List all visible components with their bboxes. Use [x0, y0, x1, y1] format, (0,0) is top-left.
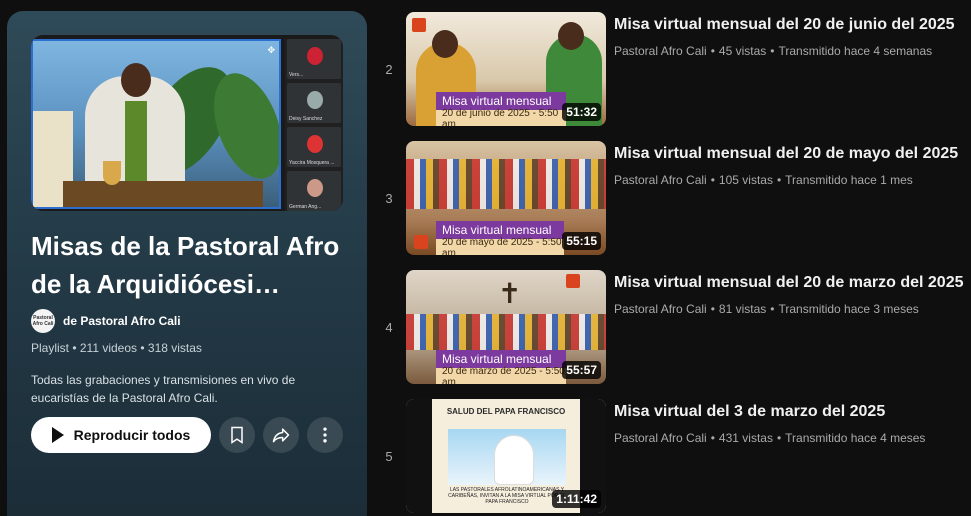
- channel-logo-icon: [414, 235, 428, 249]
- video-age: Transmitido hace 1 mes: [785, 173, 913, 187]
- play-all-button[interactable]: Reproducir todos: [31, 417, 211, 453]
- video-channel[interactable]: Pastoral Afro Cali: [614, 44, 707, 58]
- save-playlist-button[interactable]: [219, 417, 255, 453]
- video-views: 105 vistas: [718, 173, 773, 187]
- video-index: 3: [385, 191, 393, 206]
- video-title[interactable]: Misa virtual mensual del 20 de junio del…: [614, 14, 964, 36]
- owner-channel-link[interactable]: Pastoral Afro Cali: [80, 314, 180, 328]
- video-duration: 55:15: [562, 232, 601, 250]
- channel-logo-icon: [412, 18, 426, 32]
- video-metadata: Pastoral Afro Cali • 81 vistas • Transmitido…: [614, 302, 919, 316]
- playlist-stats: Playlist • 211 videos • 318 vistas: [31, 341, 202, 355]
- video-duration: 1:11:42: [552, 490, 601, 508]
- playlist-title: Misas de la Pastoral Afro de la Arquidió…: [31, 231, 340, 299]
- playlist-header-panel: ✥ Vers... Deisy Sanchez Yaccira Mosquera…: [7, 11, 367, 516]
- channel-avatar[interactable]: Pastoral Afro Cali: [31, 309, 55, 333]
- playlist-video-row[interactable]: 3 Misa virtual mensual 20 de mayo de 202…: [380, 141, 970, 257]
- playlist-video-row[interactable]: 5 SALUD DEL PAPA FRANCISCO LAS PASTORALE…: [380, 399, 970, 515]
- bookmark-icon: [231, 426, 243, 444]
- crucifix-icon: ✝: [498, 278, 522, 309]
- video-views: 81 vistas: [718, 302, 767, 316]
- video-thumbnail[interactable]: Misa virtual mensual 20 de mayo de 2025 …: [406, 141, 606, 255]
- video-age: Transmitido hace 3 meses: [778, 302, 919, 316]
- playlist-video-row[interactable]: 4 ✝ Misa virtual mensual 20 de marzo de …: [380, 270, 970, 386]
- thumbnail-banner-date: 20 de marzo de 2025 - 5:50 am: [436, 366, 566, 384]
- thumbnail-banner-date: 20 de mayo de 2025 - 5:50 am: [436, 237, 564, 255]
- participant-tile: Yaccira Mosquera ...: [287, 127, 341, 167]
- play-all-label: Reproducir todos: [73, 427, 191, 443]
- video-metadata: Pastoral Afro Cali • 431 vistas • Transmitid…: [614, 431, 926, 445]
- video-thumbnail[interactable]: Misa virtual mensual 20 de junio de 2025…: [406, 12, 606, 126]
- video-duration: 55:57: [562, 361, 601, 379]
- video-thumbnail[interactable]: ✝ Misa virtual mensual 20 de marzo de 20…: [406, 270, 606, 384]
- playlist-thumbnail[interactable]: ✥ Vers... Deisy Sanchez Yaccira Mosquera…: [31, 35, 343, 211]
- video-title[interactable]: Misa virtual mensual del 20 de marzo del…: [614, 272, 964, 294]
- playlist-owner[interactable]: Pastoral Afro Cali de Pastoral Afro Cali: [31, 309, 181, 333]
- video-thumbnail[interactable]: SALUD DEL PAPA FRANCISCO LAS PASTORALES …: [406, 399, 606, 513]
- hero-main-video: ✥: [31, 39, 281, 209]
- participant-tile: Deisy Sanchez: [287, 83, 341, 123]
- playlist-actions: Reproducir todos: [31, 417, 343, 453]
- play-icon: [51, 427, 64, 443]
- share-playlist-button[interactable]: [263, 417, 299, 453]
- video-index: 5: [385, 449, 393, 464]
- video-index: 2: [385, 62, 393, 77]
- poster-title: SALUD DEL PAPA FRANCISCO: [446, 407, 566, 416]
- more-vert-icon: [323, 427, 327, 443]
- video-index: 4: [385, 320, 393, 335]
- video-duration: 51:32: [562, 103, 601, 121]
- video-channel[interactable]: Pastoral Afro Cali: [614, 431, 707, 445]
- playlist-video-row[interactable]: 2 Misa virtual mensual 20 de junio de 20…: [380, 12, 970, 128]
- video-views: 45 vistas: [718, 44, 767, 58]
- channel-logo-icon: [566, 274, 580, 288]
- thumbnail-banner-date: 20 de junio de 2025 - 5:50 am: [436, 108, 566, 126]
- video-title[interactable]: Misa virtual del 3 de marzo del 2025: [614, 401, 964, 423]
- participant-tile: Vers...: [287, 39, 341, 79]
- video-channel[interactable]: Pastoral Afro Cali: [614, 302, 707, 316]
- participant-tile: German Ang...: [287, 171, 341, 211]
- video-views: 431 vistas: [718, 431, 773, 445]
- video-channel[interactable]: Pastoral Afro Cali: [614, 173, 707, 187]
- video-age: Transmitido hace 4 meses: [785, 431, 926, 445]
- video-age: Transmitido hace 4 semanas: [778, 44, 933, 58]
- more-options-button[interactable]: [307, 417, 343, 453]
- pin-icon: ✥: [267, 45, 275, 55]
- video-metadata: Pastoral Afro Cali • 105 vistas • Transmitid…: [614, 173, 913, 187]
- video-title[interactable]: Misa virtual mensual del 20 de mayo del …: [614, 143, 964, 165]
- video-metadata: Pastoral Afro Cali • 45 vistas • Transmitido…: [614, 44, 933, 58]
- owner-prefix: de: [63, 314, 81, 328]
- share-icon: [272, 428, 290, 443]
- playlist-description: Todas las grabaciones y transmisiones en…: [31, 373, 296, 405]
- hero-participant-tiles: Vers... Deisy Sanchez Yaccira Mosquera .…: [285, 39, 343, 211]
